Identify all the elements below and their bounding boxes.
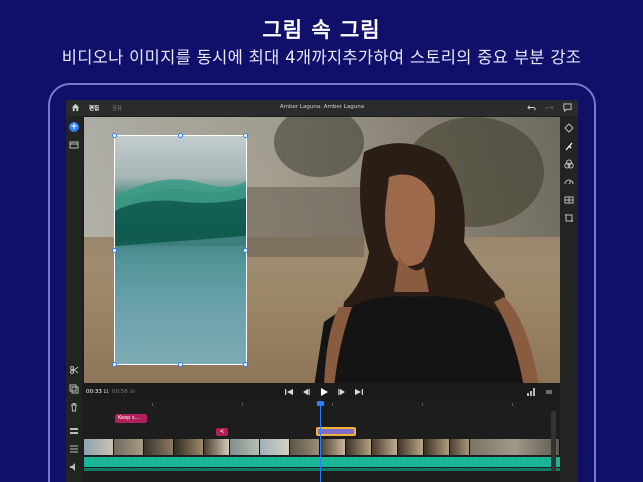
- audio-levels-icon[interactable]: [526, 387, 536, 397]
- clip-frame: [424, 439, 450, 455]
- audio-waveform[interactable]: [84, 457, 560, 467]
- clip-frame: [346, 439, 372, 455]
- resize-handle[interactable]: [112, 133, 117, 138]
- split-icon[interactable]: [69, 365, 79, 375]
- duplicate-icon[interactable]: [69, 384, 79, 394]
- resize-handle[interactable]: [243, 133, 248, 138]
- clip-frame: [372, 439, 398, 455]
- promo-headline: 그림 속 그림: [262, 18, 381, 42]
- current-timecode: 00:33 11: [86, 389, 109, 395]
- redo-icon[interactable]: [545, 103, 554, 112]
- timeline[interactable]: Keep s... <: [82, 401, 560, 482]
- woman-subject: [314, 143, 539, 383]
- step-back-icon[interactable]: [301, 387, 311, 397]
- undo-icon[interactable]: [527, 103, 536, 112]
- video-preview[interactable]: [84, 117, 560, 383]
- duration-timecode: 00:56 29: [112, 389, 135, 395]
- clip-frame: [204, 439, 230, 455]
- step-forward-icon[interactable]: [337, 387, 347, 397]
- overlay-clip-selected[interactable]: [316, 427, 356, 436]
- shape-icon[interactable]: [564, 123, 574, 133]
- skip-end-icon[interactable]: [354, 387, 364, 397]
- promo-subline: 비디오나 이미지를 동시에 최대 4개까지추가하여 스토리의 중요 부분 강조: [61, 48, 582, 67]
- clip-frame: [144, 439, 174, 455]
- volume-icon[interactable]: [69, 462, 79, 472]
- clip-frame: [320, 439, 346, 455]
- effects-icon[interactable]: [564, 159, 574, 169]
- title-clip[interactable]: Keep s...: [115, 414, 147, 423]
- transform-icon[interactable]: [564, 213, 574, 223]
- tracks-icon[interactable]: [69, 426, 79, 436]
- clip-frame: [230, 439, 260, 455]
- resize-handle[interactable]: [243, 362, 248, 367]
- delete-icon[interactable]: [69, 402, 79, 412]
- playhead[interactable]: [320, 401, 321, 482]
- resize-handle[interactable]: [112, 362, 117, 367]
- left-toolbar: +: [66, 116, 82, 482]
- clip-frame: [470, 439, 560, 455]
- top-bar: 편집 공유 Amber Laguna: Amber Laguna: [66, 100, 578, 116]
- audio-track-secondary[interactable]: [84, 468, 560, 471]
- title-clip-small[interactable]: <: [216, 428, 228, 436]
- color-icon[interactable]: [564, 141, 574, 151]
- clip-frame: [450, 439, 470, 455]
- video-track[interactable]: [84, 439, 560, 455]
- resize-handle[interactable]: [178, 362, 183, 367]
- play-icon[interactable]: [319, 387, 329, 397]
- resize-handle[interactable]: [112, 248, 117, 253]
- clip-frame: [114, 439, 144, 455]
- list-icon[interactable]: [69, 444, 79, 454]
- pip-overlay-wave[interactable]: [112, 133, 248, 367]
- project-title: Amber Laguna: Amber Laguna: [279, 104, 365, 110]
- comment-icon[interactable]: [563, 103, 572, 112]
- clip-frame: [260, 439, 290, 455]
- clip-frame: [174, 439, 204, 455]
- library-icon[interactable]: [69, 140, 79, 150]
- timeline-scrollbar[interactable]: [551, 411, 556, 471]
- clip-frame: [84, 439, 114, 455]
- wave-image: [115, 179, 246, 364]
- clip-frame: [290, 439, 320, 455]
- right-toolbar: [560, 116, 578, 482]
- transport-bar: 00:33 11 00:56 29: [82, 383, 560, 401]
- resize-handle[interactable]: [243, 248, 248, 253]
- speed-icon[interactable]: [564, 177, 574, 187]
- crop-icon[interactable]: [564, 195, 574, 205]
- add-media-button[interactable]: +: [69, 122, 79, 132]
- app-window: 편집 공유 Amber Laguna: Amber Laguna + 00:33…: [66, 100, 578, 482]
- fullscreen-icon[interactable]: [544, 387, 554, 397]
- clip-frame: [398, 439, 424, 455]
- skip-start-icon[interactable]: [284, 387, 294, 397]
- resize-handle[interactable]: [178, 133, 183, 138]
